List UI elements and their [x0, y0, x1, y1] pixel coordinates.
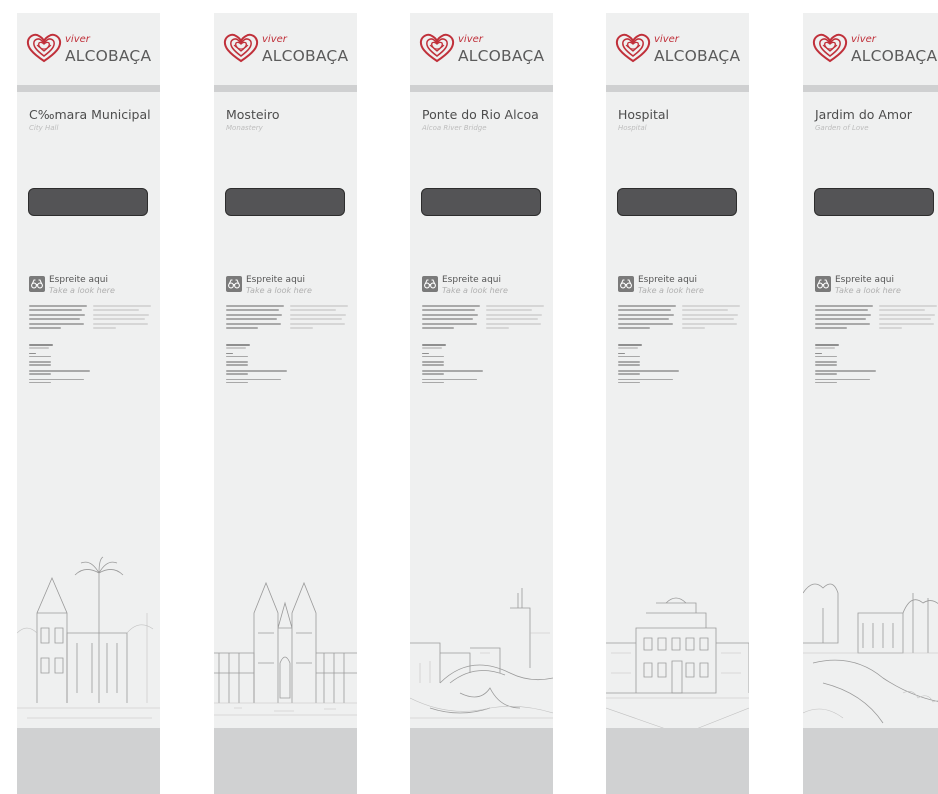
header-divider [803, 85, 938, 92]
viver-alcobaca-logo: viver ALCOBAÇA [812, 31, 938, 71]
peek-title: Espreite aqui [246, 275, 305, 285]
panel-subtitle: Alcoa River Bridge [422, 124, 487, 132]
signage-panel: viver ALCOBAÇA Hospital Hospital Espreit… [606, 13, 749, 794]
heart-logo-icon [615, 33, 651, 63]
viewer-screen [225, 188, 345, 216]
viver-alcobaca-logo: viver ALCOBAÇA [223, 31, 353, 71]
viewer-screen [28, 188, 148, 216]
logo-tagline: viver [654, 34, 679, 45]
peek-title: Espreite aqui [835, 275, 894, 285]
signage-panel: viver ALCOBAÇA Mosteiro Monastery Esprei… [214, 13, 357, 794]
panel-title: Jardim do Amor [815, 107, 912, 122]
heart-logo-icon [419, 33, 455, 63]
panel-title: C‰mara Municipal [29, 107, 151, 122]
logo-tagline: viver [851, 34, 876, 45]
signage-panel: viver ALCOBAÇA Ponte do Rio Alcoa Alcoa … [410, 13, 553, 794]
viewer-screen [421, 188, 541, 216]
logo-wordmark: ALCOBAÇA [65, 47, 152, 65]
peek-subtitle: Take a look here [246, 286, 312, 295]
heart-logo-icon [26, 33, 62, 63]
description-en [290, 305, 348, 331]
viver-alcobaca-logo: viver ALCOBAÇA [615, 31, 745, 71]
peek-title: Espreite aqui [442, 275, 501, 285]
monastery-sketch [214, 533, 357, 729]
contact-info-block [422, 344, 532, 384]
viver-alcobaca-logo: viver ALCOBAÇA [419, 31, 549, 71]
logo-wordmark: ALCOBAÇA [458, 47, 545, 65]
binoculars-icon [815, 276, 831, 292]
contact-info-block [226, 344, 336, 384]
description-pt [618, 305, 676, 331]
bridge-sketch [410, 533, 553, 729]
description-en [879, 305, 937, 331]
logo-wordmark: ALCOBAÇA [262, 47, 349, 65]
viver-alcobaca-logo: viver ALCOBAÇA [26, 31, 156, 71]
viewer-screen [617, 188, 737, 216]
panel-subtitle: Garden of Love [815, 124, 869, 132]
logo-wordmark: ALCOBAÇA [654, 47, 741, 65]
description-en [486, 305, 544, 331]
peek-title: Espreite aqui [638, 275, 697, 285]
peek-subtitle: Take a look here [638, 286, 704, 295]
binoculars-icon [29, 276, 45, 292]
panel-subtitle: Hospital [618, 124, 647, 132]
header-divider [17, 85, 160, 92]
hospital-sketch [606, 533, 749, 730]
panel-base [606, 728, 749, 794]
viewer-screen [814, 188, 934, 216]
city-hall-sketch [17, 533, 160, 729]
panel-title: Ponte do Rio Alcoa [422, 107, 539, 122]
signage-panel: viver ALCOBAÇA C‰mara Municipal City Hal… [17, 13, 160, 794]
panel-base [410, 728, 553, 794]
logo-tagline: viver [262, 34, 287, 45]
peek-subtitle: Take a look here [49, 286, 115, 295]
contact-info-block [815, 344, 925, 384]
peek-title: Espreite aqui [49, 275, 108, 285]
description-pt [422, 305, 480, 331]
peek-subtitle: Take a look here [835, 286, 901, 295]
description-pt [226, 305, 284, 331]
signage-panel: viver ALCOBAÇA Jardim do Amor Garden of … [803, 13, 938, 794]
header-divider [606, 85, 749, 92]
panel-base [803, 728, 938, 794]
peek-subtitle: Take a look here [442, 286, 508, 295]
contact-info-block [618, 344, 728, 384]
header-divider [214, 85, 357, 92]
description-en [93, 305, 151, 331]
panel-base [214, 728, 357, 794]
panel-subtitle: City Hall [29, 124, 59, 132]
logo-tagline: viver [65, 34, 90, 45]
panel-title: Mosteiro [226, 107, 280, 122]
binoculars-icon [226, 276, 242, 292]
binoculars-icon [618, 276, 634, 292]
logo-tagline: viver [458, 34, 483, 45]
description-pt [815, 305, 873, 331]
heart-logo-icon [223, 33, 259, 63]
garden-sketch [803, 533, 938, 729]
description-pt [29, 305, 87, 331]
header-divider [410, 85, 553, 92]
contact-info-block [29, 344, 139, 384]
panel-subtitle: Monastery [226, 124, 263, 132]
binoculars-icon [422, 276, 438, 292]
heart-logo-icon [812, 33, 848, 63]
panel-title: Hospital [618, 107, 670, 122]
description-en [682, 305, 740, 331]
logo-wordmark: ALCOBAÇA [851, 47, 938, 65]
panel-base [17, 728, 160, 794]
